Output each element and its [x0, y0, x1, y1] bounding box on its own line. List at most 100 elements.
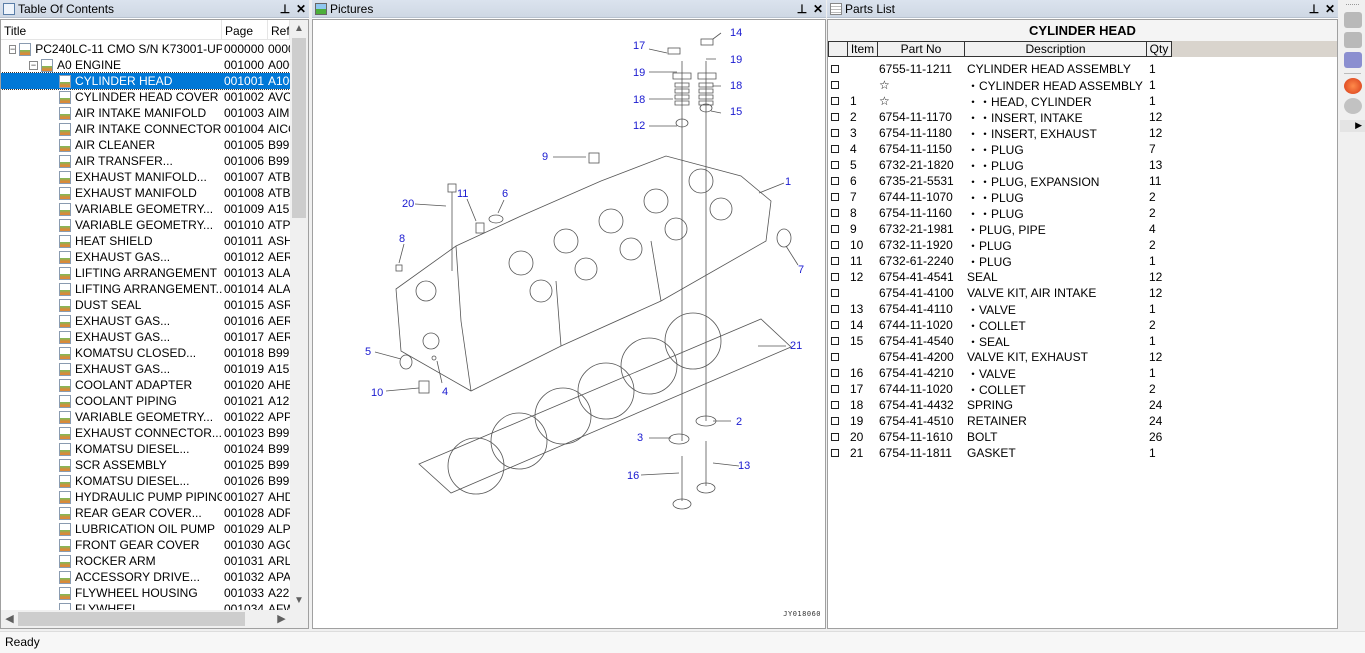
parts-row[interactable]: 13 6754-41-4110 ・VALVE 1	[828, 301, 1337, 317]
scroll-down-icon[interactable]: ▼	[290, 592, 308, 610]
callout[interactable]: 18	[730, 80, 742, 92]
col-item[interactable]: Item	[848, 41, 878, 57]
parts-row[interactable]: 6754-41-4100 VALVE KIT, AIR INTAKE 12	[828, 285, 1337, 301]
callout[interactable]: 8	[399, 233, 405, 245]
parts-row[interactable]: 3 6754-11-1180 ・・INSERT, EXHAUST 12	[828, 125, 1337, 141]
info-red-icon[interactable]	[1343, 78, 1362, 94]
parts-row[interactable]: 9 6732-21-1981 ・PLUG, PIPE 4	[828, 221, 1337, 237]
toc-item[interactable]: EXHAUST GAS... 001016AER	[1, 313, 290, 329]
toc-item[interactable]: HYDRAULIC PUMP PIPING001027AHD	[1, 489, 290, 505]
toc-item[interactable]: ACCESSORY DRIVE... 001032 APA	[1, 569, 290, 585]
callout[interactable]: 21	[790, 340, 802, 352]
expand-icon[interactable]: ▶	[1340, 120, 1365, 132]
callout[interactable]: 11	[457, 188, 468, 200]
pin-icon[interactable]: ⊥	[1306, 2, 1322, 16]
callout[interactable]: 1	[785, 176, 791, 188]
toc-item[interactable]: EXHAUST MANIFOLD... 001007 ATB	[1, 169, 290, 185]
row-checkbox[interactable]	[831, 417, 839, 425]
row-checkbox[interactable]	[831, 209, 839, 217]
callout[interactable]: 5	[365, 346, 371, 358]
toc-item[interactable]: REAR GEAR COVER... 001028ADR	[1, 505, 290, 521]
callout[interactable]: 6	[502, 188, 508, 200]
row-checkbox[interactable]	[831, 129, 839, 137]
toc-item[interactable]: VARIABLE GEOMETRY... 001022 APP	[1, 409, 290, 425]
toc-item[interactable]: −PC240LC-11 CMO S/N K73001-UP0000000000	[1, 41, 290, 57]
col-title[interactable]: Title	[1, 20, 222, 39]
toc-item[interactable]: EXHAUST MANIFOLD 001008 ATB	[1, 185, 290, 201]
toc-item[interactable]: FLYWHEEL 001034AFW	[1, 601, 290, 610]
scroll-left-icon[interactable]: ◀	[1, 610, 18, 628]
row-checkbox[interactable]	[831, 353, 839, 361]
row-checkbox[interactable]	[831, 401, 839, 409]
callout[interactable]: 13	[738, 460, 750, 472]
cart-remove-icon[interactable]	[1343, 32, 1362, 48]
scrollbar-thumb[interactable]	[18, 612, 245, 626]
parts-row[interactable]: 18 6754-41-4432 SPRING 24	[828, 397, 1337, 413]
parts-row[interactable]: ☆ ・CYLINDER HEAD ASSEMBLY 1	[828, 77, 1337, 93]
callout[interactable]: 12	[633, 120, 645, 132]
parts-row[interactable]: 11 6732-61-2240 ・PLUG 1	[828, 253, 1337, 269]
parts-row[interactable]: 12 6754-41-4541 SEAL 12	[828, 269, 1337, 285]
row-checkbox[interactable]	[831, 113, 839, 121]
info-gray-icon[interactable]	[1343, 98, 1362, 114]
toc-item[interactable]: HEAT SHIELD 001011 ASH	[1, 233, 290, 249]
row-checkbox[interactable]	[831, 225, 839, 233]
parts-row[interactable]: 10 6732-11-1920 ・PLUG 2	[828, 237, 1337, 253]
row-checkbox[interactable]	[831, 433, 839, 441]
col-qty[interactable]: Qty	[1147, 41, 1172, 57]
toc-item[interactable]: KOMATSU DIESEL... 001024B99!	[1, 441, 290, 457]
row-checkbox[interactable]	[831, 65, 839, 73]
close-icon[interactable]: ✕	[810, 2, 826, 16]
toc-item[interactable]: − A0 ENGINE 001000A000	[1, 57, 290, 73]
toc-item[interactable]: VARIABLE GEOMETRY... 001010 ATP	[1, 217, 290, 233]
callout[interactable]: 20	[402, 198, 414, 210]
scroll-up-icon[interactable]: ▲	[290, 20, 308, 38]
parts-row[interactable]: 6 6735-21-5531 ・・PLUG, EXPANSION 11	[828, 173, 1337, 189]
col-page[interactable]: Page	[222, 20, 268, 39]
scroll-right-icon[interactable]: ▶	[273, 610, 290, 628]
parts-row[interactable]: 6755-11-1211 CYLINDER HEAD ASSEMBLY 1	[828, 61, 1337, 77]
callout[interactable]: 15	[730, 106, 742, 118]
toc-item[interactable]: EXHAUST CONNECTOR...001023B99!	[1, 425, 290, 441]
parts-row[interactable]: 7 6744-11-1070 ・・PLUG 2	[828, 189, 1337, 205]
toc-item[interactable]: CYLINDER HEAD COVER 001002 AVC	[1, 89, 290, 105]
row-checkbox[interactable]	[831, 145, 839, 153]
toc-item[interactable]: EXHAUST GAS... 001019A15!	[1, 361, 290, 377]
parts-row[interactable]: 5 6732-21-1820 ・・PLUG 13	[828, 157, 1337, 173]
callout[interactable]: 2	[736, 416, 742, 428]
parts-row[interactable]: 2 6754-11-1170 ・・INSERT, INTAKE 12	[828, 109, 1337, 125]
toc-item[interactable]: ROCKER ARM 001031 ARL	[1, 553, 290, 569]
parts-row[interactable]: 20 6754-11-1610 BOLT 26	[828, 429, 1337, 445]
callout[interactable]: 17	[633, 40, 645, 52]
callout[interactable]: 10	[371, 387, 383, 399]
row-checkbox[interactable]	[831, 97, 839, 105]
parts-row[interactable]: 1 ☆ ・・HEAD, CYLINDER 1	[828, 93, 1337, 109]
toc-item[interactable]: FRONT GEAR COVER 001030AGG	[1, 537, 290, 553]
row-checkbox[interactable]	[831, 161, 839, 169]
parts-row[interactable]: 15 6754-41-4540 ・SEAL 1	[828, 333, 1337, 349]
close-icon[interactable]: ✕	[1322, 2, 1338, 16]
toolbar-grip[interactable]	[1346, 4, 1359, 8]
toc-item[interactable]: LIFTING ARRANGEMENT 001013 ALA	[1, 265, 290, 281]
parts-row[interactable]: 8 6754-11-1160 ・・PLUG 2	[828, 205, 1337, 221]
toc-item[interactable]: FLYWHEEL HOUSING 001033 A22	[1, 585, 290, 601]
parts-row[interactable]: 19 6754-41-4510 RETAINER 24	[828, 413, 1337, 429]
callout[interactable]: 14	[730, 27, 742, 39]
parts-row[interactable]: 17 6744-11-1020 ・COLLET 2	[828, 381, 1337, 397]
callout[interactable]: 16	[627, 470, 639, 482]
col-reference[interactable]: Refe	[268, 20, 290, 39]
row-checkbox[interactable]	[831, 257, 839, 265]
parts-row[interactable]: 4 6754-11-1150 ・・PLUG 7	[828, 141, 1337, 157]
callout[interactable]: 19	[633, 67, 645, 79]
toc-item[interactable]: CYLINDER HEAD 001001A100	[1, 72, 290, 90]
toc-item[interactable]: LUBRICATION OIL PUMP 001029 ALP	[1, 521, 290, 537]
row-checkbox[interactable]	[831, 289, 839, 297]
row-checkbox[interactable]	[831, 449, 839, 457]
row-checkbox[interactable]	[831, 337, 839, 345]
row-checkbox[interactable]	[831, 385, 839, 393]
row-checkbox[interactable]	[831, 305, 839, 313]
toc-item[interactable]: EXHAUST GAS... 001012AER	[1, 249, 290, 265]
toc-item[interactable]: AIR CLEANER 001005B99!	[1, 137, 290, 153]
parts-row[interactable]: 21 6754-11-1811 GASKET 1	[828, 445, 1337, 461]
callout[interactable]: 18	[633, 94, 645, 106]
